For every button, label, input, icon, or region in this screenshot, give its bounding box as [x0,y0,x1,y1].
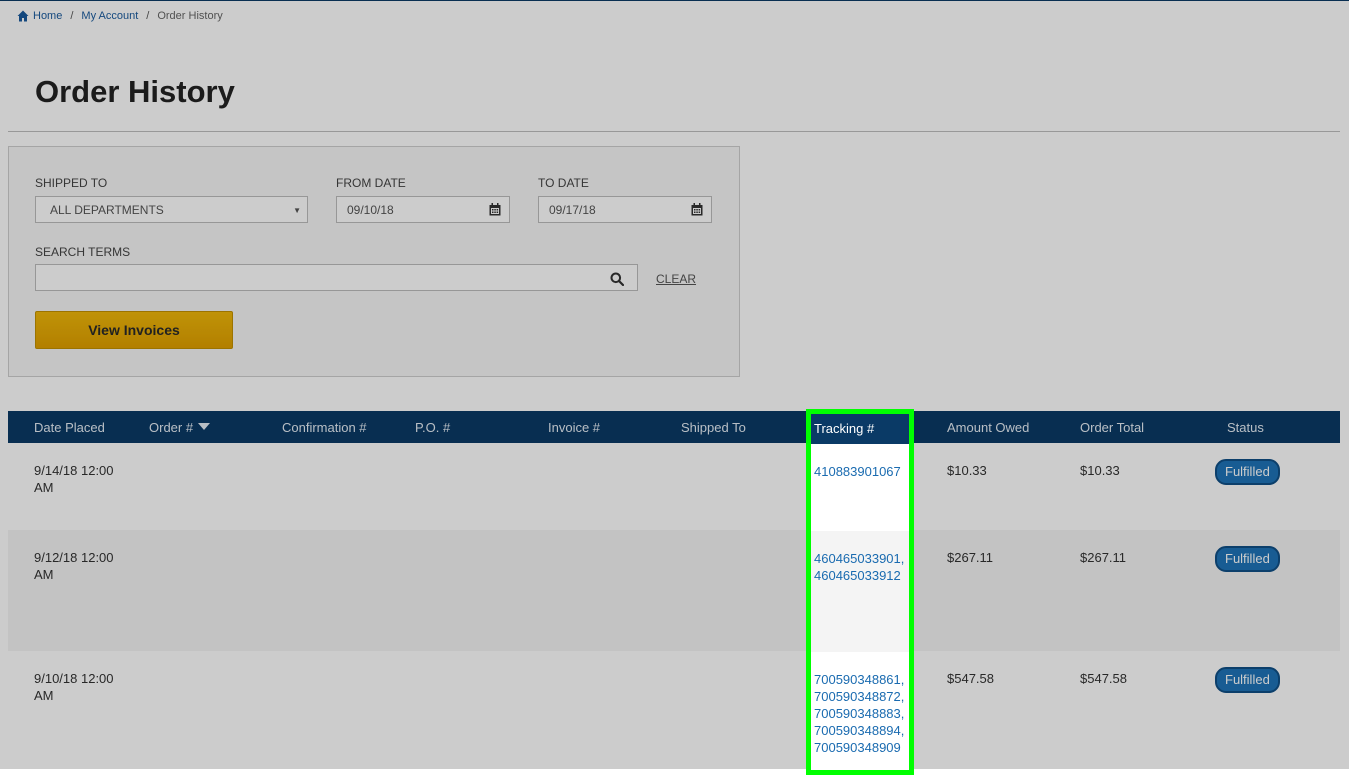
amount-owed-cell: $267.11 [947,550,994,565]
column-header-po[interactable]: P.O. # [415,420,450,435]
from-date-value: 09/10/18 [347,202,394,217]
column-header-date-placed[interactable]: Date Placed [34,420,105,435]
from-date-field[interactable]: 09/10/18 [336,196,510,223]
column-header-order-label: Order # [149,420,194,435]
breadcrumb-my-account[interactable]: My Account [81,10,138,22]
breadcrumb-home[interactable]: Home [33,10,62,22]
date-placed-line: 9/14/18 12:00 [34,463,114,478]
column-header-status[interactable]: Status [1227,420,1264,435]
to-date-label: TO DATE [538,176,589,190]
column-header-order-total[interactable]: Order Total [1080,420,1144,435]
clear-link[interactable]: CLEAR [656,272,696,286]
date-placed-line: AM [34,688,54,703]
breadcrumb: Home / My Account / Order History [17,10,223,22]
status-badge: Fulfilled [1215,459,1280,485]
breadcrumb-separator: / [70,10,74,22]
shipped-to-label: SHIPPED TO [35,176,108,190]
order-history-table: Date Placed Order # Confirmation # P.O. … [8,411,1340,769]
search-input[interactable] [35,264,638,291]
highlight-frame [806,409,914,775]
table-row[interactable]: 9/12/18 12:00AM 460465033901,46046503391… [8,530,1340,651]
date-placed-cell: 9/12/18 12:00 AM [34,549,134,583]
date-placed-line: AM [34,480,54,495]
home-icon[interactable] [17,10,29,22]
search-terms-label: SEARCH TERMS [35,245,131,259]
date-placed-cell: 9/10/18 12:00 AM [34,670,134,704]
order-total-cell: $547.58 [1080,671,1127,686]
status-badge: Fulfilled [1215,667,1280,693]
view-invoices-button[interactable]: View Invoices [35,311,233,349]
page-title: Order History [35,74,235,109]
shipped-to-value: ALL DEPARTMENTS [50,202,164,217]
column-header-confirmation[interactable]: Confirmation # [282,420,367,435]
search-icon[interactable] [610,272,624,286]
sort-down-icon[interactable] [198,423,211,430]
shipped-to-select[interactable]: ALL DEPARTMENTS ▼ [35,196,308,223]
from-date-label: FROM DATE [336,176,406,190]
order-total-cell: $10.33 [1080,463,1120,478]
filter-panel: SHIPPED TO ALL DEPARTMENTS ▼ FROM DATE 0… [8,146,740,377]
title-divider [8,131,1340,132]
date-placed-cell: 9/14/18 12:00 AM [34,462,134,496]
amount-owed-cell: $10.33 [947,463,987,478]
calendar-icon[interactable] [691,203,703,216]
to-date-value: 09/17/18 [549,202,596,217]
column-header-order[interactable]: Order # [149,420,211,435]
table-row[interactable]: 9/14/18 12:00AM 410883901067 $10.33 $10.… [8,443,1340,530]
breadcrumb-separator: / [146,10,150,22]
column-header-amount-owed[interactable]: Amount Owed [947,420,1029,435]
order-total-cell: $267.11 [1080,550,1127,565]
top-border [0,0,1349,1]
breadcrumb-current: Order History [157,10,223,22]
column-header-invoice[interactable]: Invoice # [548,420,600,435]
calendar-icon[interactable] [489,203,501,216]
amount-owed-cell: $547.58 [947,671,994,686]
date-placed-line: AM [34,567,54,582]
column-header-shipped-to[interactable]: Shipped To [681,420,746,435]
table-row[interactable]: 9/10/18 12:00AM 700590348861,70059034887… [8,651,1340,769]
date-placed-line: 9/10/18 12:00 [34,671,114,686]
date-placed-line: 9/12/18 12:00 [34,550,114,565]
table-header: Date Placed Order # Confirmation # P.O. … [8,411,1340,443]
chevron-down-icon: ▼ [293,206,301,215]
to-date-field[interactable]: 09/17/18 [538,196,712,223]
status-badge: Fulfilled [1215,546,1280,572]
